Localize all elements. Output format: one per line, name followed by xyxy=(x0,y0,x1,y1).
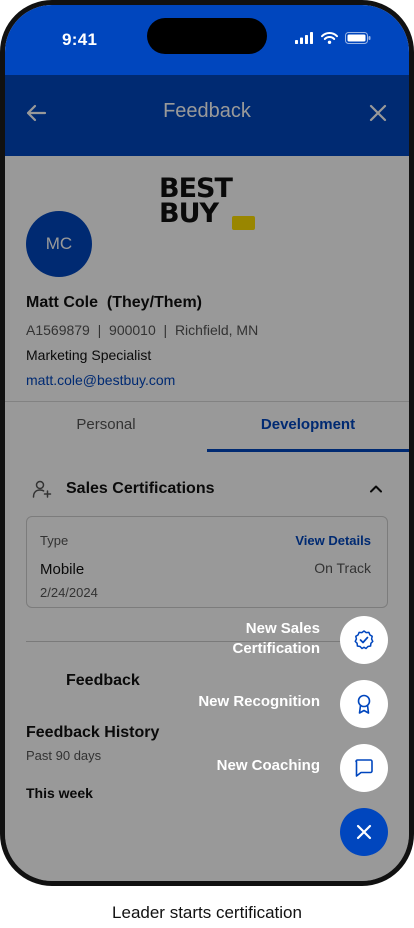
close-icon xyxy=(356,824,372,840)
new-sales-certification-button[interactable] xyxy=(340,616,388,664)
new-coaching-button[interactable] xyxy=(340,744,388,792)
chat-bubble-icon xyxy=(355,759,373,777)
fab-label-new-sales-certification[interactable]: New Sales Certification xyxy=(232,619,320,659)
close-fab-menu-button[interactable] xyxy=(340,808,388,856)
fab-label-new-coaching[interactable]: New Coaching xyxy=(217,756,320,776)
status-time: 9:41 xyxy=(62,30,98,49)
wifi-icon xyxy=(321,32,338,44)
ribbon-award-icon xyxy=(357,694,371,714)
new-recognition-button[interactable] xyxy=(340,680,388,728)
status-bar: 9:41 xyxy=(5,5,409,75)
status-icons xyxy=(295,32,371,44)
phone-screen: 9:41 Feedback BEST BUY MC Matt Cole (The… xyxy=(5,5,409,881)
battery-icon xyxy=(345,32,371,44)
fab-label-new-recognition[interactable]: New Recognition xyxy=(198,692,320,712)
badge-check-icon xyxy=(354,630,374,650)
caption: Leader starts certification xyxy=(112,903,302,922)
cellular-signal-icon xyxy=(295,32,313,44)
phone-frame: 9:41 Feedback BEST BUY MC Matt Cole (The… xyxy=(0,0,414,886)
dynamic-island xyxy=(147,18,267,54)
